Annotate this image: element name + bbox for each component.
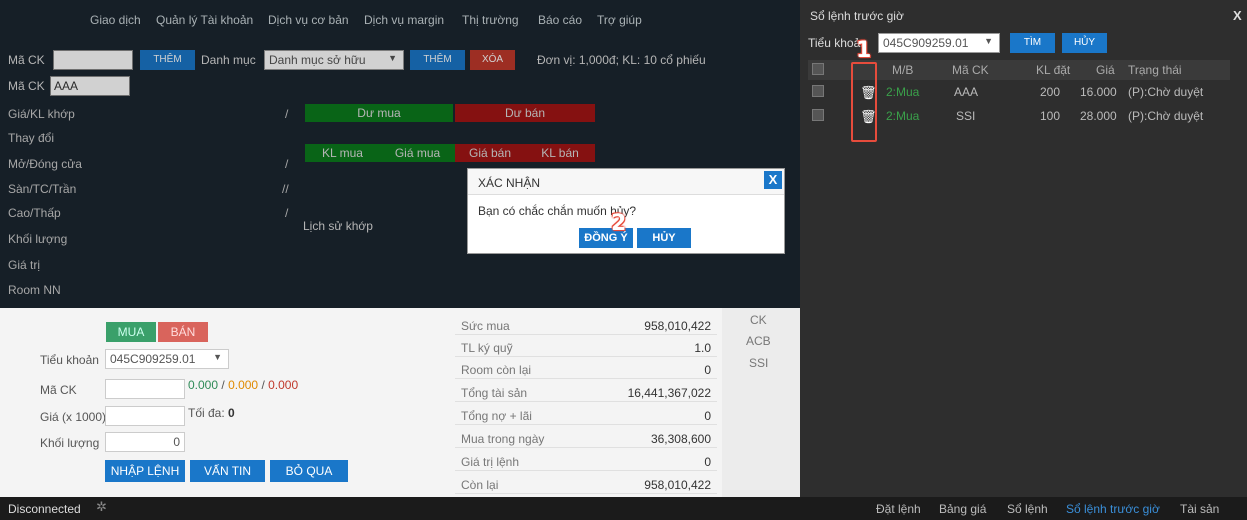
order-gia-label: Giá (x 1000) <box>40 410 107 424</box>
info-row: TL ký quỹ 1.0 <box>455 338 717 357</box>
tim-button[interactable]: TÌM <box>1010 33 1055 53</box>
order-tieu-khoan-value: 045C909259.01 <box>110 352 196 366</box>
mua-tab[interactable]: MUA <box>106 322 156 342</box>
status-bar: Disconnected ✲ Đặt lệnh Bảng giá Sổ lệnh… <box>0 497 1247 520</box>
row-checkbox[interactable] <box>812 109 824 121</box>
row-trang-thai: (P):Chờ duyệt <box>1128 85 1204 99</box>
tab-bang-gia[interactable]: Bảng giá <box>939 502 986 516</box>
info-key: Còn lại <box>461 478 499 492</box>
panel-close-icon[interactable]: X <box>1233 8 1242 23</box>
info-key: Room còn lại <box>461 363 532 377</box>
panel-title: Sổ lệnh trước giờ <box>810 9 904 23</box>
annotation-2: 2 <box>611 211 627 236</box>
info-value: 958,010,422 <box>644 319 711 333</box>
order-tieu-khoan-select[interactable]: 045C909259.01 ▼ <box>105 349 229 369</box>
price-summary: 0.000 / 0.000 / 0.000 <box>188 378 298 392</box>
order-kl-label: Khối lượng <box>40 436 100 450</box>
info-key: TL ký quỹ <box>461 341 513 355</box>
order-tieu-khoan-label: Tiểu khoản <box>40 353 99 367</box>
info-value: 16,441,367,022 <box>627 386 711 400</box>
info-value: 0 <box>704 409 711 423</box>
info-row: Tổng nợ + lãi 0 <box>455 406 717 425</box>
chevron-down-icon: ▼ <box>213 352 222 362</box>
info-key: Sức mua <box>461 319 510 333</box>
price-green: 0.000 <box>188 378 219 392</box>
row-trang-thai: (P):Chờ duyệt <box>1128 109 1204 123</box>
info-key: Tổng nợ + lãi <box>461 409 532 423</box>
right-tieu-khoan-value: 045C909259.01 <box>883 36 969 50</box>
annotation-1: 1 <box>856 38 872 63</box>
info-row: Sức mua 958,010,422 <box>455 316 717 335</box>
col-trang-thai: Trạng thái <box>1128 63 1182 77</box>
nhap-lenh-button[interactable]: NHẬP LỆNH <box>105 460 185 482</box>
ck-list-item[interactable]: SSI <box>749 356 768 370</box>
ck-list-header: CK <box>750 313 767 327</box>
info-row: Mua trong ngày 36,308,600 <box>455 429 717 448</box>
connection-status: Disconnected <box>8 502 81 516</box>
col-ma-ck: Mã CK <box>952 63 989 77</box>
order-ma-ck-label: Mã CK <box>40 383 77 397</box>
row-mb: 2:Mua <box>886 109 920 123</box>
ck-list-item[interactable]: ACB <box>746 334 771 348</box>
van-tin-button[interactable]: VẤN TIN <box>190 460 265 482</box>
price-sep-1: / <box>221 378 225 392</box>
info-row: Room còn lại 0 <box>455 360 717 379</box>
info-row: Giá trị lệnh 0 <box>455 452 717 471</box>
modal-backdrop <box>0 0 800 308</box>
info-value: 0 <box>704 455 711 469</box>
price-orange: 0.000 <box>228 378 259 392</box>
toi-da-label: Tối đa: 0 <box>188 406 235 420</box>
order-ma-ck-input[interactable] <box>105 379 185 399</box>
info-row: Còn lại 958,010,422 <box>455 475 717 494</box>
row-mb: 2:Mua <box>886 85 920 99</box>
price-red: 0.000 <box>268 378 299 392</box>
row-kl: 100 <box>1040 109 1061 123</box>
order-gia-input[interactable] <box>105 406 185 426</box>
select-all-checkbox[interactable] <box>812 63 824 75</box>
dialog-title: XÁC NHẬN <box>478 176 541 190</box>
dialog-close-button[interactable]: X <box>764 171 782 189</box>
chevron-down-icon: ▼ <box>984 36 993 46</box>
info-row: Tổng tài sản 16,441,367,022 <box>455 383 717 402</box>
col-kl-dat: KL đặt <box>1036 63 1071 77</box>
row-gia: 16.000 <box>1080 85 1117 99</box>
bo-qua-button[interactable]: BỎ QUA <box>270 460 348 482</box>
info-key: Mua trong ngày <box>461 432 545 446</box>
ban-tab[interactable]: BÁN <box>158 322 208 342</box>
info-value: 958,010,422 <box>644 478 711 492</box>
toi-da-value: 0 <box>228 406 235 420</box>
tab-so-lenh[interactable]: Sổ lệnh <box>1007 502 1048 516</box>
row-gia: 28.000 <box>1080 109 1117 123</box>
info-value: 1.0 <box>694 341 711 355</box>
tab-tai-san[interactable]: Tài sản <box>1180 502 1219 516</box>
right-tieu-khoan-select[interactable]: 045C909259.01 ▼ <box>878 33 1000 53</box>
right-huy-button[interactable]: HỦY <box>1062 33 1107 53</box>
row-ma-ck: SSI <box>956 109 976 123</box>
col-mb: M/B <box>892 63 914 77</box>
toi-da-text: Tối đa: <box>188 406 225 420</box>
tab-dat-lenh[interactable]: Đặt lệnh <box>876 502 921 516</box>
info-value: 0 <box>704 363 711 377</box>
row-checkbox[interactable] <box>812 85 824 97</box>
spinner-icon: ✲ <box>96 499 107 514</box>
row-kl: 200 <box>1040 85 1061 99</box>
info-key: Giá trị lệnh <box>461 455 520 469</box>
dialog-header: XÁC NHẬN X <box>468 169 784 195</box>
delete-column-highlight <box>851 62 877 142</box>
info-value: 36,308,600 <box>650 432 711 446</box>
price-sep-2: / <box>261 378 265 392</box>
dialog-huy-button[interactable]: HỦY <box>637 228 691 248</box>
row-ma-ck: AAA <box>954 85 979 99</box>
order-kl-input[interactable]: 0 <box>105 432 185 452</box>
col-gia: Giá <box>1096 63 1115 77</box>
info-key: Tổng tài sản <box>461 386 528 400</box>
tab-so-lenh-truoc-gio[interactable]: Sổ lệnh trước giờ <box>1066 502 1160 516</box>
